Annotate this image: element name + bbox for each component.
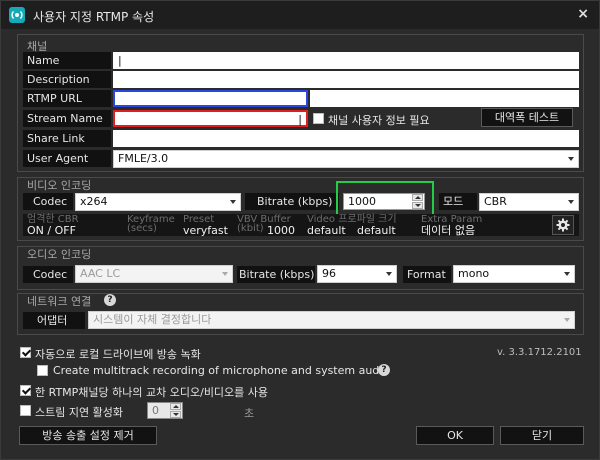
spin-up-icon[interactable] bbox=[412, 194, 423, 201]
cross-av-checkbox[interactable] bbox=[20, 385, 31, 396]
video-bitrate-label: Bitrate (kbps) bbox=[245, 193, 339, 210]
chevron-down-icon bbox=[386, 272, 392, 276]
multitrack-checkbox[interactable] bbox=[37, 365, 48, 376]
network-help-icon[interactable]: ? bbox=[104, 294, 116, 306]
gear-icon bbox=[556, 218, 570, 232]
video-bitrate-input[interactable]: 1000 bbox=[343, 193, 425, 210]
user-info-checkbox[interactable] bbox=[313, 113, 324, 124]
rtmp-url-field[interactable] bbox=[113, 90, 308, 107]
stream-name-label: Stream Name bbox=[23, 110, 111, 127]
delay-value: 0 bbox=[152, 404, 159, 417]
video-codec-value: x264 bbox=[80, 195, 108, 208]
name-label: Name bbox=[23, 52, 111, 69]
delay-unit-label: 초 bbox=[244, 407, 255, 420]
video-settings-button[interactable] bbox=[552, 215, 574, 235]
local-record-label: 자동으로 로컬 드라이브에 방송 녹화 bbox=[35, 348, 201, 361]
col-keyframe-header: Keyframe (secs) bbox=[127, 214, 175, 234]
audio-format-value: mono bbox=[458, 267, 490, 280]
close-icon[interactable]: × bbox=[577, 6, 589, 22]
video-codec-label: Codec bbox=[23, 193, 73, 210]
description-label: Description bbox=[23, 71, 111, 88]
chevron-down-icon bbox=[222, 272, 228, 276]
user-info-checkbox-label: 채널 사용자 정보 필요 bbox=[328, 114, 430, 127]
video-mode-select[interactable]: CBR bbox=[479, 193, 579, 211]
col-vbv-value[interactable]: 1000 bbox=[267, 225, 295, 236]
chevron-down-icon bbox=[568, 157, 574, 161]
video-mode-value: CBR bbox=[484, 195, 507, 208]
audio-codec-select: AAC LC bbox=[75, 265, 233, 283]
col-preset-value[interactable]: veryfast bbox=[183, 225, 228, 236]
description-field[interactable] bbox=[113, 71, 579, 88]
user-agent-label: User Agent bbox=[23, 150, 111, 167]
col-extra-data-value[interactable]: 데이터 없음 bbox=[421, 225, 475, 236]
spin-down-icon[interactable] bbox=[412, 202, 423, 209]
col-strict-cbr-value[interactable]: ON / OFF bbox=[27, 225, 76, 236]
adapter-select: 시스템이 자체 결정합니다 bbox=[88, 311, 575, 329]
rtmp-url-field-extension bbox=[310, 90, 579, 107]
app-logo-icon bbox=[9, 7, 25, 23]
delay-input[interactable]: 0 bbox=[147, 402, 183, 419]
cross-av-label: 한 RTMP채널당 하나의 교차 오디오/비디오를 사용 bbox=[35, 386, 269, 399]
ok-button[interactable]: OK bbox=[416, 426, 494, 445]
stream-name-field[interactable]: | bbox=[113, 110, 308, 127]
share-link-label: Share Link bbox=[23, 130, 111, 147]
network-group-label: 네트워크 연결 bbox=[27, 295, 92, 308]
close-button[interactable]: 닫기 bbox=[500, 426, 584, 445]
window-title: 사용자 지정 RTMP 속성 bbox=[33, 10, 155, 24]
spin-up-icon[interactable] bbox=[170, 403, 181, 410]
audio-bitrate-value: 96 bbox=[322, 267, 336, 280]
audio-bitrate-select[interactable]: 96 bbox=[317, 265, 397, 283]
stream-delay-label: 스트림 지연 활성화 bbox=[35, 406, 123, 419]
stream-delay-checkbox[interactable] bbox=[20, 405, 31, 416]
local-record-checkbox[interactable] bbox=[20, 347, 31, 358]
chevron-down-icon bbox=[568, 200, 574, 204]
col-extra-param-value[interactable]: default bbox=[357, 225, 396, 236]
title-bar: 사용자 지정 RTMP 속성 × bbox=[1, 1, 599, 29]
multitrack-label: Create multitrack recording of microphon… bbox=[53, 364, 390, 377]
video-mode-label: 모드 bbox=[439, 193, 477, 210]
audio-format-select[interactable]: mono bbox=[453, 265, 575, 283]
chevron-down-icon bbox=[230, 200, 236, 204]
user-agent-value: FMLE/3.0 bbox=[118, 152, 169, 165]
chevron-down-icon bbox=[564, 272, 570, 276]
version-label: v. 3.3.1712.2101 bbox=[497, 347, 582, 358]
video-advanced-row bbox=[23, 214, 579, 236]
video-bitrate-value: 1000 bbox=[348, 195, 376, 208]
bandwidth-test-button[interactable]: 대역폭 테스트 bbox=[481, 108, 573, 127]
rtmp-url-label: RTMP URL bbox=[23, 90, 111, 107]
chevron-down-icon bbox=[564, 318, 570, 322]
audio-group-label: 오디오 인코딩 bbox=[27, 248, 92, 261]
adapter-label: 어댑터 bbox=[23, 312, 85, 329]
name-field[interactable]: | bbox=[113, 52, 579, 69]
video-codec-select[interactable]: x264 bbox=[75, 193, 241, 211]
audio-format-label: Format bbox=[403, 266, 451, 283]
spin-down-icon[interactable] bbox=[170, 411, 181, 418]
remove-settings-button[interactable]: 방송 송출 설정 제거 bbox=[19, 426, 157, 445]
rtmp-properties-dialog: 사용자 지정 RTMP 속성 × 채널 Name | Description R… bbox=[0, 0, 600, 460]
audio-codec-value: AAC LC bbox=[80, 267, 121, 280]
multitrack-help-icon[interactable]: ? bbox=[378, 364, 390, 376]
adapter-value: 시스템이 자체 결정합니다 bbox=[93, 313, 212, 326]
share-link-field[interactable] bbox=[113, 130, 579, 147]
audio-bitrate-label: Bitrate (kbps) bbox=[237, 266, 315, 283]
audio-codec-label: Codec bbox=[23, 266, 73, 283]
col-profile-value[interactable]: default bbox=[307, 225, 346, 236]
user-agent-select[interactable]: FMLE/3.0 bbox=[113, 150, 579, 168]
video-group-label: 비디오 인코딩 bbox=[27, 179, 92, 192]
